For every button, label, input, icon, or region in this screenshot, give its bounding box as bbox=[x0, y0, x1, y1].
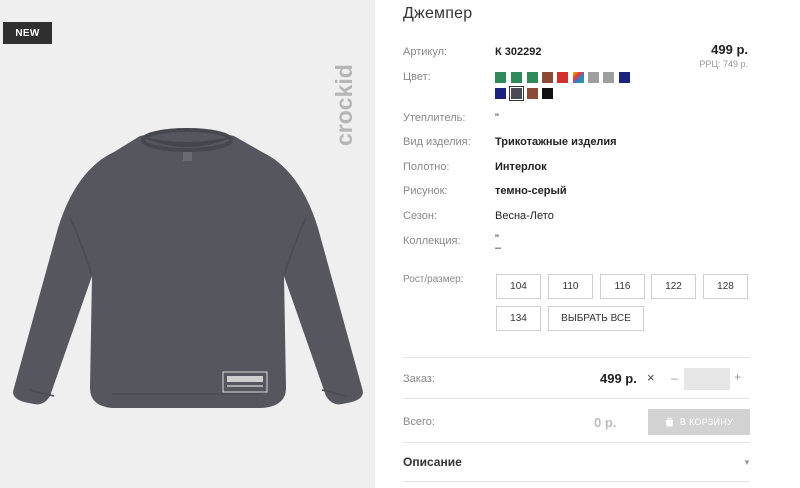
color-swatch-navy[interactable] bbox=[495, 88, 506, 99]
label-article: Артикул: bbox=[403, 46, 448, 58]
divider bbox=[403, 481, 750, 482]
product-image-panel[interactable]: NEW crockid bbox=[0, 0, 375, 488]
color-swatch-gray[interactable] bbox=[588, 72, 599, 83]
label-size: Рост/размер: bbox=[403, 274, 464, 285]
add-to-cart-label: В КОРЗИНУ bbox=[679, 417, 734, 427]
quantity-increment-button[interactable]: + bbox=[734, 370, 741, 384]
size-button-128[interactable]: 128 bbox=[703, 274, 748, 299]
value-product-type: Трикотажные изделия bbox=[495, 136, 617, 148]
divider bbox=[403, 398, 750, 399]
color-swatch-red[interactable] bbox=[557, 72, 568, 83]
order-price: 499 р. bbox=[600, 371, 637, 386]
product-rrp: РРЦ: 749 р. bbox=[699, 59, 748, 69]
label-product-type: Вид изделия: bbox=[403, 136, 471, 148]
color-swatch-green[interactable] bbox=[527, 72, 538, 83]
bag-icon bbox=[665, 417, 673, 427]
label-insulation: Утеплитель: bbox=[403, 112, 466, 124]
product-title: Джемпер bbox=[403, 5, 473, 22]
add-to-cart-button[interactable]: В КОРЗИНУ bbox=[648, 409, 750, 435]
size-button-110[interactable]: 110 bbox=[548, 274, 593, 299]
color-swatch-gray[interactable] bbox=[603, 72, 614, 83]
label-fabric: Полотно: bbox=[403, 161, 450, 173]
chevron-down-icon[interactable]: ▼ bbox=[743, 458, 751, 467]
new-badge: NEW bbox=[3, 22, 52, 44]
divider bbox=[403, 442, 750, 443]
value-collection: " – bbox=[495, 233, 502, 254]
label-pattern: Рисунок: bbox=[403, 185, 448, 197]
color-swatch-brown[interactable] bbox=[527, 88, 538, 99]
select-all-sizes-button[interactable]: ВЫБРАТЬ ВСЕ bbox=[548, 306, 644, 331]
label-collection: Коллекция: bbox=[403, 235, 461, 247]
size-button-104[interactable]: 104 bbox=[496, 274, 541, 299]
size-button-122[interactable]: 122 bbox=[651, 274, 696, 299]
color-swatch-dark-gray-selected[interactable] bbox=[509, 86, 524, 101]
color-swatch-black[interactable] bbox=[542, 88, 553, 99]
value-season: Весна-Лето bbox=[495, 210, 554, 222]
color-swatch-navy[interactable] bbox=[619, 72, 630, 83]
color-swatch-green[interactable] bbox=[495, 72, 506, 83]
color-swatch-green[interactable] bbox=[511, 72, 522, 83]
value-pattern: темно-серый bbox=[495, 185, 567, 197]
label-season: Сезон: bbox=[403, 210, 437, 222]
label-order: Заказ: bbox=[403, 373, 435, 385]
color-swatch-multicolor[interactable] bbox=[573, 72, 584, 83]
product-photo bbox=[13, 128, 363, 408]
color-swatch-brown[interactable] bbox=[542, 72, 553, 83]
label-total: Всего: bbox=[403, 416, 435, 428]
size-button-134[interactable]: 134 bbox=[496, 306, 541, 331]
total-price: 0 р. bbox=[594, 415, 617, 430]
description-toggle[interactable]: Описание bbox=[403, 455, 462, 469]
divider bbox=[403, 357, 750, 358]
label-color: Цвет: bbox=[403, 71, 431, 83]
product-price: 499 р. bbox=[711, 42, 748, 57]
quantity-input[interactable] bbox=[684, 368, 730, 390]
quantity-decrement-button[interactable]: – bbox=[671, 371, 678, 385]
value-article: К 302292 bbox=[495, 46, 542, 58]
value-insulation: " bbox=[495, 112, 499, 124]
size-button-116[interactable]: 116 bbox=[600, 274, 645, 299]
value-fabric: Интерлок bbox=[495, 161, 547, 173]
remove-icon[interactable]: × bbox=[647, 370, 655, 385]
